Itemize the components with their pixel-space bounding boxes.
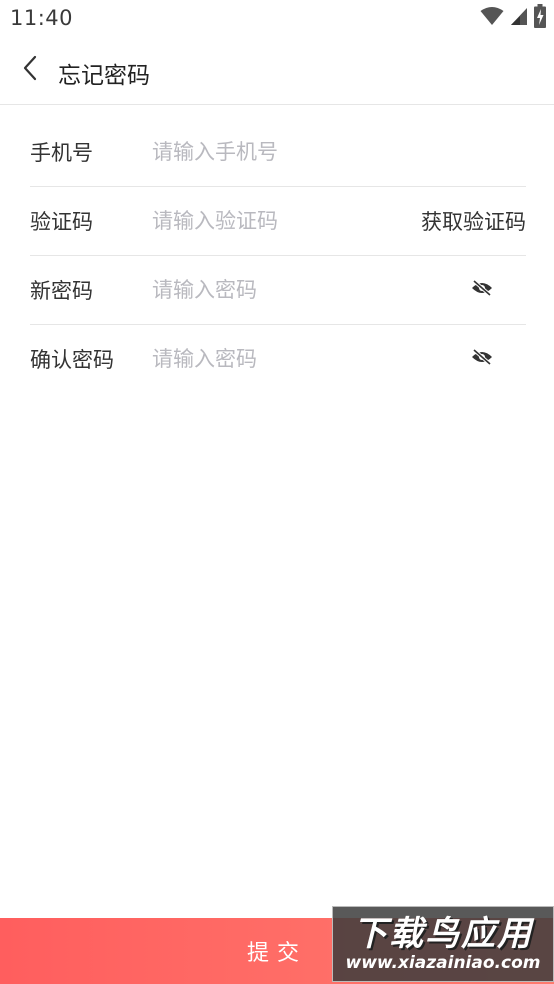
eye-off-icon bbox=[471, 348, 493, 370]
phone-label: 手机号 bbox=[30, 141, 93, 165]
get-code-button[interactable]: 获取验证码 bbox=[421, 206, 526, 236]
watermark-title: 下载鸟应用 bbox=[353, 914, 533, 954]
header-bar: 忘记密码 bbox=[0, 38, 554, 105]
wifi-icon bbox=[480, 6, 504, 30]
watermark-url: www.xiazainiao.com bbox=[345, 953, 541, 973]
back-button[interactable] bbox=[12, 52, 48, 88]
confirm-password-input[interactable] bbox=[152, 339, 468, 379]
watermark-logo: 下载鸟应用 www.xiazainiao.com bbox=[332, 906, 554, 982]
phone-input[interactable] bbox=[152, 132, 526, 172]
confirm-password-row: 确认密码 bbox=[30, 325, 526, 393]
confirm-password-label: 确认密码 bbox=[30, 348, 114, 372]
chevron-left-icon bbox=[20, 54, 40, 86]
new-password-row: 新密码 bbox=[30, 256, 526, 325]
forgot-password-screen: 11:40 忘记密码 手机号 请输入手机号 验证码 请输入验证码 获取验证码 新… bbox=[0, 0, 554, 984]
page-title: 忘记密码 bbox=[58, 63, 150, 89]
forgot-password-form: 手机号 验证码 获取验证码 新密码 bbox=[30, 118, 526, 393]
new-password-input[interactable] bbox=[152, 270, 468, 310]
status-icons bbox=[480, 4, 546, 32]
cellular-signal-icon bbox=[510, 6, 528, 30]
status-time: 11:40 bbox=[10, 6, 74, 30]
confirm-password-visibility-toggle[interactable] bbox=[468, 345, 496, 373]
verification-code-input[interactable] bbox=[152, 201, 421, 241]
phone-row: 手机号 bbox=[30, 118, 526, 187]
verification-code-row: 验证码 获取验证码 bbox=[30, 187, 526, 256]
status-bar: 11:40 bbox=[0, 0, 554, 38]
verification-code-label: 验证码 bbox=[30, 210, 93, 234]
new-password-visibility-toggle[interactable] bbox=[468, 276, 496, 304]
battery-charging-icon bbox=[534, 4, 546, 32]
submit-label: 提交 bbox=[246, 941, 307, 966]
eye-off-icon bbox=[471, 279, 493, 301]
new-password-label: 新密码 bbox=[30, 279, 93, 303]
